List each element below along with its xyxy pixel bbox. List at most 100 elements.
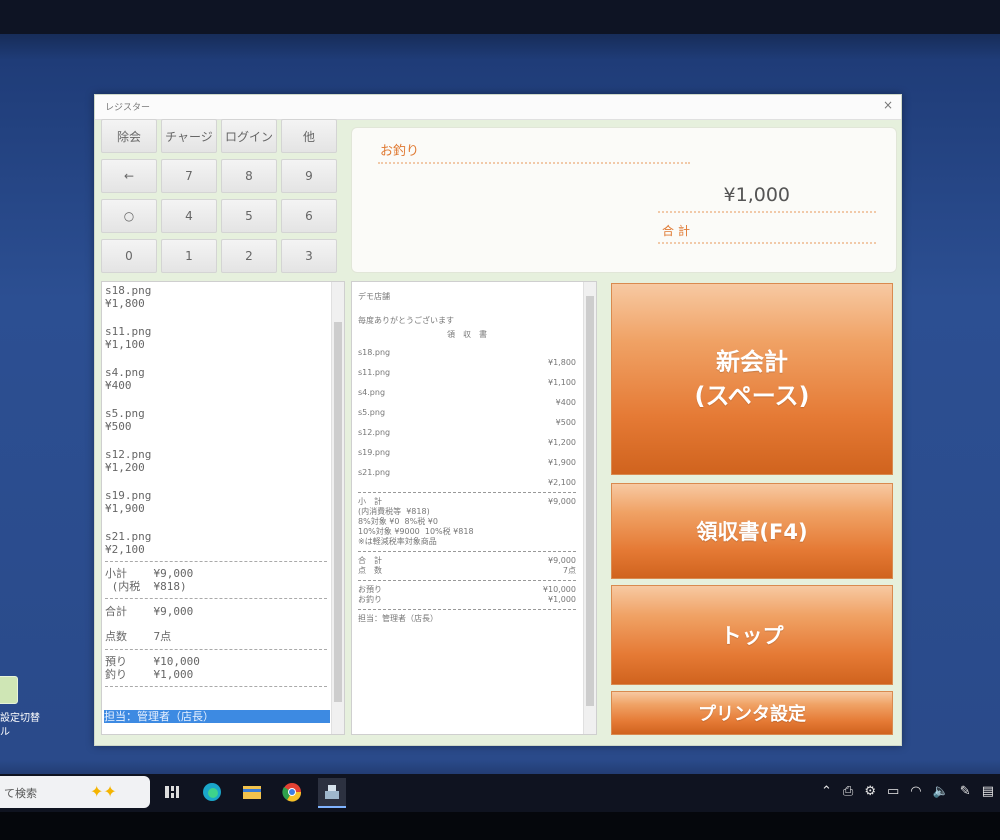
key-9[interactable]: 9 bbox=[281, 159, 337, 193]
divider bbox=[105, 598, 327, 599]
tax-row: (内税 ¥818) bbox=[105, 580, 187, 593]
system-tray: ⌃ ⎙ ⚙ ▭ ◠ 🔈 ✎ ▤ bbox=[821, 784, 994, 799]
search-input[interactable]: て検索 bbox=[4, 785, 37, 801]
key-0[interactable]: 0 bbox=[101, 239, 157, 273]
key-7[interactable]: 7 bbox=[161, 159, 217, 193]
key-5[interactable]: 5 bbox=[221, 199, 277, 233]
receipt-item: s12.png ¥1,200 bbox=[358, 428, 576, 447]
receipt-tax-line: ※は軽減税率対象商品 bbox=[358, 537, 437, 546]
divider bbox=[658, 211, 876, 213]
printer-icon[interactable]: ⎙ bbox=[843, 784, 853, 799]
receipt-item: s18.png ¥1,800 bbox=[358, 348, 576, 367]
top-button[interactable]: トップ bbox=[611, 585, 893, 685]
edge-icon[interactable] bbox=[198, 778, 226, 806]
list-item[interactable]: s11.png ¥1,100 bbox=[105, 325, 327, 351]
count-row: 点数 7点 bbox=[105, 630, 172, 643]
receipt-received: お預り ¥10,000 bbox=[358, 585, 576, 594]
sparkle-icon: ✦✦ bbox=[90, 782, 117, 801]
desktop-shortcut-label: 設定切替 ル bbox=[0, 713, 40, 738]
keypad: 除会 チャージ ログイン 他 ← 7 8 9 ○ 4 5 6 0 1 2 3 bbox=[101, 119, 337, 273]
receipt-heading: 領 収 書 bbox=[447, 330, 487, 339]
receipt-button[interactable]: 領収書(F4) bbox=[611, 483, 893, 579]
battery-icon[interactable]: ▭ bbox=[887, 784, 899, 799]
divider bbox=[105, 686, 327, 687]
divider bbox=[105, 649, 327, 650]
receipt-item: s19.png ¥1,900 bbox=[358, 448, 576, 467]
screen-bezel-top bbox=[0, 0, 1000, 34]
key-charge[interactable]: チャージ bbox=[161, 119, 217, 153]
divider bbox=[658, 242, 876, 244]
divider bbox=[358, 580, 576, 581]
divider bbox=[358, 492, 576, 493]
item-list[interactable]: s18.png ¥1,800 s11.png ¥1,100 s4.png ¥400 s… bbox=[101, 281, 345, 735]
key-1[interactable]: 1 bbox=[161, 239, 217, 273]
key-2[interactable]: 2 bbox=[221, 239, 277, 273]
list-item[interactable]: s18.png ¥1,800 bbox=[105, 284, 327, 310]
key-6[interactable]: 6 bbox=[281, 199, 337, 233]
language-icon[interactable]: ▤ bbox=[982, 784, 994, 799]
item-list-scrollbar[interactable] bbox=[331, 282, 344, 734]
receipt-count: 点 数 7点 bbox=[358, 566, 576, 575]
task-view-icon[interactable] bbox=[158, 778, 186, 806]
divider bbox=[358, 609, 576, 610]
key-backspace[interactable]: ← bbox=[101, 159, 157, 193]
divider bbox=[358, 551, 576, 552]
amount-panel: お釣り ¥1,000 合計 bbox=[351, 127, 897, 273]
desktop-shortcut-icon[interactable] bbox=[0, 676, 18, 704]
new-checkout-button[interactable]: 新会計 (スペース) bbox=[611, 283, 893, 475]
total-label: 合計 bbox=[662, 224, 695, 238]
window-title: レジスター bbox=[105, 103, 151, 113]
staff-row[interactable]: 担当：管理者（店長） bbox=[104, 710, 330, 723]
list-item[interactable]: s12.png ¥1,200 bbox=[105, 448, 327, 474]
receipt-tax-line: (内消費税等 ¥818) bbox=[358, 507, 430, 516]
receipt-item: s11.png ¥1,100 bbox=[358, 368, 576, 387]
key-circle[interactable]: ○ bbox=[101, 199, 157, 233]
receipt-item: s21.png ¥2,100 bbox=[358, 468, 576, 487]
receipt-item: s5.png ¥500 bbox=[358, 408, 576, 427]
key-8[interactable]: 8 bbox=[221, 159, 277, 193]
scroll-thumb[interactable] bbox=[586, 296, 594, 706]
receipt-total: 合 計 ¥9,000 bbox=[358, 556, 576, 565]
printer-settings-button[interactable]: プリンタ設定 bbox=[611, 691, 893, 735]
register-app-icon[interactable] bbox=[318, 778, 346, 808]
divider bbox=[378, 162, 690, 164]
title-bar: レジスター × bbox=[95, 95, 901, 120]
wifi-icon[interactable]: ◠ bbox=[910, 784, 921, 799]
receipt-preview[interactable]: デモ店舗 毎度ありがとうございます 領 収 書 s18.png ¥1,800 s1… bbox=[351, 281, 597, 735]
file-explorer-icon[interactable] bbox=[238, 778, 266, 806]
scroll-thumb[interactable] bbox=[334, 322, 342, 702]
list-item[interactable]: s19.png ¥1,900 bbox=[105, 489, 327, 515]
list-item[interactable]: s4.png ¥400 bbox=[105, 366, 327, 392]
receipt-tax-line: 10%対象 ¥9000 10%税 ¥818 bbox=[358, 527, 474, 536]
chevron-up-icon[interactable]: ⌃ bbox=[821, 784, 832, 799]
key-3[interactable]: 3 bbox=[281, 239, 337, 273]
receipt-subtotal: 小 計 ¥9,000 bbox=[358, 497, 576, 506]
close-icon[interactable]: × bbox=[883, 98, 893, 112]
received-row: 預り ¥10,000 bbox=[105, 655, 200, 668]
total-row: 合計 ¥9,000 bbox=[105, 605, 194, 618]
receipt-store: デモ店舗 bbox=[358, 292, 390, 301]
gear-icon[interactable]: ⚙ bbox=[864, 784, 876, 799]
list-item[interactable]: s21.png ¥2,100 bbox=[105, 530, 327, 556]
register-window: レジスター × 除会 チャージ ログイン 他 ← 7 8 9 ○ 4 5 6 0… bbox=[94, 94, 902, 746]
amount-value: ¥1,000 bbox=[723, 184, 790, 206]
receipt-tax-line: 8%対象 ¥0 8%税 ¥0 bbox=[358, 517, 438, 526]
key-cancel[interactable]: 除会 bbox=[101, 119, 157, 153]
receipt-item: s4.png ¥400 bbox=[358, 388, 576, 407]
key-4[interactable]: 4 bbox=[161, 199, 217, 233]
receipt-scrollbar[interactable] bbox=[583, 282, 596, 734]
screen-bezel-bottom bbox=[0, 812, 1000, 840]
volume-icon[interactable]: 🔈 bbox=[933, 784, 949, 799]
search-box[interactable]: て検索 ✦✦ bbox=[0, 776, 150, 808]
change-row: 釣り ¥1,000 bbox=[105, 668, 194, 681]
receipt-change: お釣り ¥1,000 bbox=[358, 595, 576, 604]
receipt-staff: 担当：管理者（店長） bbox=[358, 614, 438, 623]
receipt-thanks: 毎度ありがとうございます bbox=[358, 316, 454, 325]
list-item[interactable]: s5.png ¥500 bbox=[105, 407, 327, 433]
key-login[interactable]: ログイン bbox=[221, 119, 277, 153]
chrome-icon[interactable] bbox=[278, 778, 306, 806]
pen-icon[interactable]: ✎ bbox=[960, 784, 971, 799]
taskbar-apps bbox=[158, 778, 346, 808]
subtotal-row: 小計 ¥9,000 bbox=[105, 567, 194, 580]
key-other[interactable]: 他 bbox=[281, 119, 337, 153]
